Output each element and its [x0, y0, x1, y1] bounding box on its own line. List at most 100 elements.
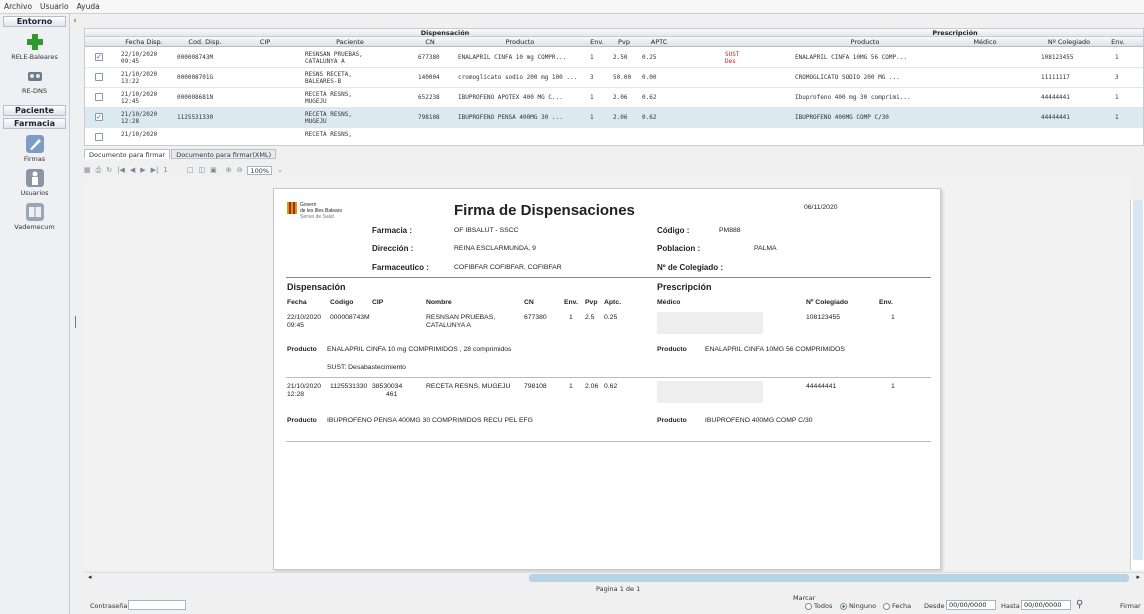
viewer-vertical-thumb[interactable] [1133, 200, 1143, 560]
first-page-icon[interactable]: |◀ [117, 166, 125, 174]
section-dispensacion: Dispensación [287, 282, 346, 292]
multi-page-icon[interactable]: ▣ [210, 166, 217, 174]
item2-fecha-date: 21/10/2020 [287, 383, 322, 390]
col-penv-report: Env. [879, 299, 893, 306]
sidebar-farmacia-header[interactable]: Farmacia [3, 118, 66, 129]
cell-pvp: 2.06 [613, 94, 628, 101]
zoom-in-icon[interactable]: ⊕ [226, 166, 232, 174]
viewer-horizontal-scrollbar[interactable]: ◂ ▸ [84, 572, 1144, 582]
col-cn[interactable]: CN [405, 38, 455, 46]
bottom-bar: Contraseña Marcar Todos Ninguno Fecha De… [0, 594, 1144, 614]
zoom-select[interactable]: 100% [247, 165, 273, 175]
radio-fecha-icon[interactable] [883, 602, 890, 610]
col-producto[interactable]: Producto [455, 38, 585, 46]
cell-env: 1 [590, 94, 594, 101]
cell-cod: 1125531330 [177, 114, 214, 121]
single-page-icon[interactable]: □ [187, 166, 194, 174]
sidebar-item-usuarios[interactable]: Usuarios [0, 169, 69, 197]
sidebar-item-rele[interactable]: RELE-Baleares [0, 33, 69, 61]
password-input[interactable] [128, 600, 186, 610]
col-env[interactable]: Env. [585, 38, 609, 46]
table-row[interactable]: ✓ 22/10/2020 09:45 000008743M RESNSAN PRUEBA… [85, 48, 1143, 68]
sidebar-entorno-header[interactable]: Entorno [3, 16, 66, 27]
radio-todos[interactable]: Todos [805, 602, 832, 610]
print-icon[interactable]: ⎙ [96, 166, 102, 175]
refresh-icon[interactable]: ↻ [106, 166, 112, 174]
scroll-right-icon[interactable]: ▸ [1136, 573, 1140, 581]
row-checkbox[interactable] [95, 133, 103, 141]
sidebar-item-redns[interactable]: RE-DNS [0, 67, 69, 95]
sidebar-item-vademecum[interactable]: Vademecum [0, 203, 69, 231]
col-paciente[interactable]: Paciente [295, 38, 405, 46]
firmar-button[interactable]: Firmar [1120, 602, 1141, 610]
menu-archivo[interactable]: Archivo [4, 2, 32, 11]
poblacion-label: Poblacion : [657, 244, 701, 253]
radio-ninguno-icon[interactable] [840, 602, 847, 610]
cell-cod: 000008681N [177, 94, 214, 101]
cell-cod: 000008701G [177, 74, 214, 81]
col-fecha-disp[interactable]: Fecha Disp. [113, 38, 175, 46]
sidebar-item-usuarios-label: Usuarios [20, 189, 49, 197]
item1-producto: ENALAPRIL CINFA 10 mg COMPRIMIDOS , 28 c… [327, 346, 512, 353]
col-cod-disp[interactable]: Cod. Disp. [175, 38, 235, 46]
sidebar-item-firmas[interactable]: Firmas [0, 135, 69, 163]
cell-penv: 1 [1115, 114, 1119, 121]
row-checkbox[interactable] [95, 93, 103, 101]
tab-documento-firmar[interactable]: Documento para firmar [84, 149, 171, 159]
zoom-out-icon[interactable]: ⊖ [237, 166, 243, 174]
next-page-icon[interactable]: ▶ [140, 166, 145, 174]
row-checkbox[interactable]: ✓ [95, 53, 103, 61]
row-checkbox[interactable] [95, 73, 103, 81]
menu-ayuda[interactable]: Ayuda [77, 2, 100, 11]
col-presc-producto[interactable]: Producto [795, 38, 935, 46]
col-medico[interactable]: Médico [935, 38, 1035, 46]
save-icon[interactable]: ▦ [84, 166, 91, 174]
cell-cn: 677380 [418, 54, 440, 61]
cell-pvp: 2.50 [613, 54, 628, 61]
radio-fecha[interactable]: Fecha [883, 602, 911, 610]
menu-usuario[interactable]: Usuario [40, 2, 69, 11]
table-row[interactable]: 21/10/2020 RECETA RESNS, [85, 128, 1143, 145]
codigo-label: Código : [657, 226, 690, 235]
cell-pvp: 50.00 [613, 74, 632, 81]
item1-medico-box [657, 312, 763, 334]
item2-pvp: 2.06 [585, 383, 599, 390]
cell-fecha: 21/10/2020 [121, 131, 158, 138]
viewer-vertical-scrollbar[interactable] [1130, 200, 1144, 570]
last-page-icon[interactable]: ▶| [151, 166, 159, 174]
radio-ninguno[interactable]: Ninguno [840, 602, 876, 610]
item2-env: 1 [569, 383, 573, 390]
splitter-handle[interactable] [75, 316, 76, 328]
prev-page-icon[interactable]: ◀ [130, 166, 135, 174]
item2-producto-label: Producto [287, 417, 317, 424]
page-number-input[interactable]: 1 [163, 166, 167, 174]
hasta-input[interactable]: 00/00/0000 [1021, 600, 1071, 610]
col-colegiado[interactable]: Nº Colegiado [1035, 38, 1103, 46]
item1-nombre: RESNSAN PRUEBAS, CATALUNYA A [426, 314, 495, 330]
table-row[interactable]: 21/10/2020 13:22 000008701G RESNS RECETA, BA… [85, 68, 1143, 88]
book-icon [25, 203, 44, 221]
row-checkbox[interactable]: ✓ [95, 113, 103, 121]
table-row[interactable]: ✓ 21/10/2020 12:28 1125531330 RECETA RESNS, M… [85, 108, 1143, 128]
cell-aptc: 0.62 [642, 94, 657, 101]
cell-cn: 140004 [418, 74, 440, 81]
sidebar-paciente-header[interactable]: Paciente [3, 105, 66, 116]
redns-icon [27, 72, 42, 81]
search-icon[interactable]: ⚲ [1076, 599, 1083, 610]
col-cip[interactable]: CIP [235, 38, 295, 46]
scroll-left-icon[interactable]: ◂ [88, 573, 92, 581]
chevron-down-icon[interactable]: ⌄ [277, 166, 283, 174]
radio-todos-icon[interactable] [805, 602, 812, 610]
collapse-sidebar-icon[interactable]: ‹ [70, 16, 80, 28]
viewer-horizontal-thumb[interactable] [529, 574, 1129, 582]
desde-input[interactable]: 00/00/0000 [946, 600, 996, 610]
table-row[interactable]: 21/10/2020 12:45 000008681N RECETA RESNS, MU… [85, 88, 1143, 108]
col-presc-env[interactable]: Env. [1103, 38, 1133, 46]
page-width-icon[interactable]: ◫ [198, 166, 205, 174]
item1-nombre-1: RESNSAN PRUEBAS, [426, 314, 496, 321]
header-divider [286, 277, 931, 278]
col-pvp[interactable]: Pvp [609, 38, 639, 46]
item2-medico-box [657, 381, 763, 403]
tab-documento-xml[interactable]: Documento para firmar(XML) [171, 149, 277, 159]
col-aptc[interactable]: APTC [639, 38, 679, 46]
